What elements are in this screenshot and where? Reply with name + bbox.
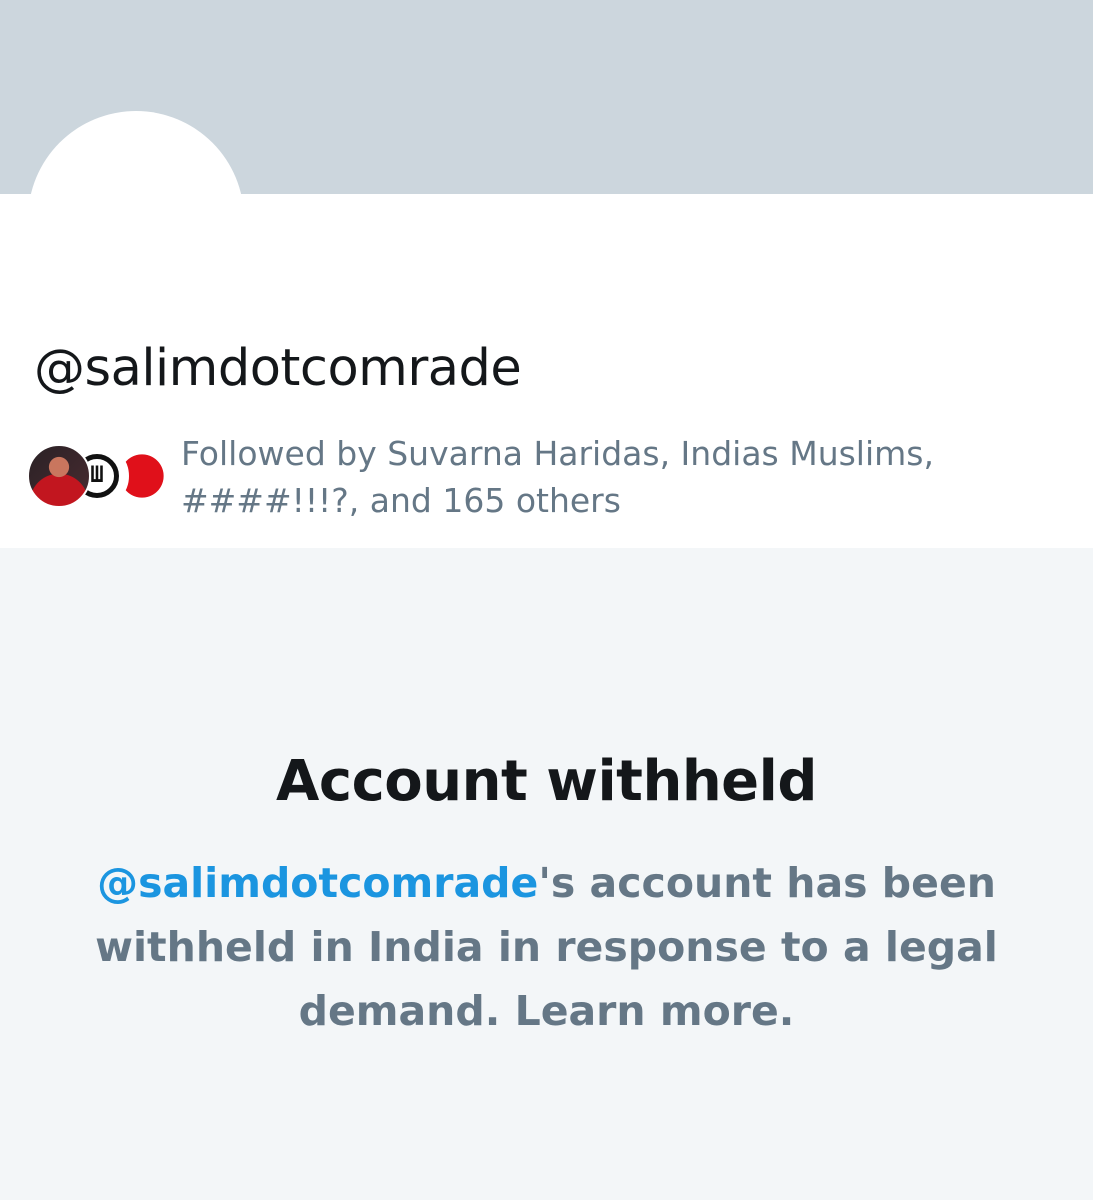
learn-more-link[interactable]: Learn more. <box>515 987 795 1035</box>
withheld-message: @salimdotcomrade's account has been with… <box>60 851 1033 1043</box>
profile-handle: @salimdotcomrade <box>34 339 522 398</box>
followed-by-text[interactable]: Followed by Suvarna Haridas, Indias Musl… <box>181 430 1001 524</box>
followers-avatar-stack[interactable]: Ш <box>27 444 171 512</box>
mention-link[interactable]: @salimdotcomrade <box>97 859 538 907</box>
withheld-title: Account withheld <box>276 749 817 814</box>
follower-avatar-photo <box>27 444 91 508</box>
profile-avatar[interactable] <box>28 111 244 327</box>
